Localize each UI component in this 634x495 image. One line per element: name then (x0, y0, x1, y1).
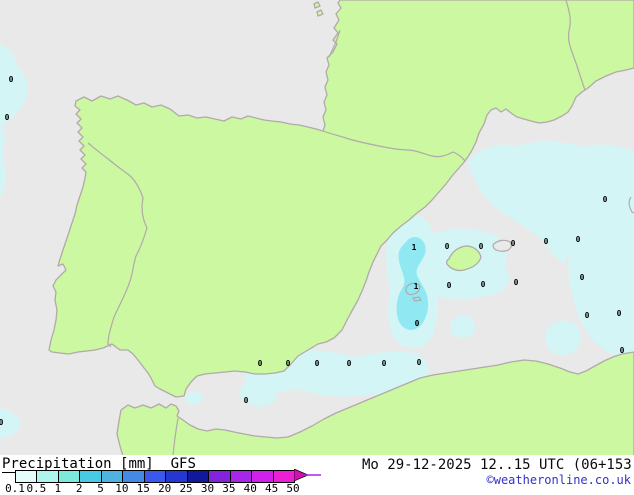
precip-small-blob (450, 316, 475, 338)
legend-tick: 20 (158, 482, 171, 495)
precip-value-label: 0 (576, 235, 581, 244)
legend-tick: 25 (179, 482, 192, 495)
precip-value-label: 0 (617, 309, 622, 318)
precip-value-label: 0 (544, 237, 549, 246)
precip-value-label: 0 (445, 242, 450, 251)
legend-segment (188, 471, 209, 482)
legend-segment (59, 471, 80, 482)
precip-value-label: 0 (5, 113, 10, 122)
footer-datetime: Mo 29-12-2025 12..15 UTC (06+153 (362, 457, 632, 473)
precip-value-label: 0 (417, 358, 422, 367)
legend-area: Precipitation [mm] GFS 0.10.512510152025… (0, 455, 634, 490)
precipitation-map-svg: 0 0 0 0 1 0 0 0 0 0 1 0 0 0 0 0 0 0 0 0 0 0 0 0 0 0 (0, 0, 634, 456)
precip-value-label: 0 (382, 359, 387, 368)
legend-tick: 30 (201, 482, 214, 495)
legend-segment (231, 471, 252, 482)
footer-copyright: ©weatheronline.co.uk (487, 473, 632, 487)
precip-value-label: 0 (580, 273, 585, 282)
legend-segment (166, 471, 187, 482)
legend-tick: 40 (244, 482, 257, 495)
precip-value-label: 0 (286, 359, 291, 368)
precip-value-label: 0 (603, 195, 608, 204)
legend-tick: 5 (97, 482, 104, 495)
weather-map: 0 0 0 0 1 0 0 0 0 0 1 0 0 0 0 0 0 0 0 0 0 0 0 0 0 0 (0, 0, 634, 456)
precip-value-label: 0 (415, 319, 420, 328)
precip-value-label: 0 (0, 418, 4, 427)
legend-segment (16, 471, 37, 482)
precip-value-label: 0 (511, 239, 516, 248)
legend-tick-labels: 0.10.5125101520253035404550 (0, 482, 340, 492)
precip-value-label: 0 (244, 396, 249, 405)
legend-segment (102, 471, 123, 482)
precip-value-label: 0 (585, 311, 590, 320)
legend-segment (209, 471, 230, 482)
island-menorca (493, 240, 511, 251)
legend-tick: 50 (286, 482, 299, 495)
precip-value-label: 0 (514, 278, 519, 287)
legend-segment (80, 471, 101, 482)
precip-value-label: 1 (414, 282, 419, 291)
precip-value-label: 0 (481, 280, 486, 289)
precip-southeast-blob (545, 321, 580, 356)
precip-value-label: 1 (412, 243, 417, 252)
legend-tick: 0.5 (26, 482, 46, 495)
legend-tick: 45 (265, 482, 278, 495)
legend-segment (252, 471, 273, 482)
legend-tick: 15 (137, 482, 150, 495)
legend-segment (37, 471, 58, 482)
legend-segment (145, 471, 166, 482)
legend-tick: 0.1 (5, 482, 25, 495)
precip-value-label: 0 (9, 75, 14, 84)
precip-malaga-patch (185, 392, 203, 404)
precip-value-label: 0 (258, 359, 263, 368)
legend-segment (274, 471, 294, 482)
precip-value-label: 0 (447, 281, 452, 290)
precip-value-label: 0 (479, 242, 484, 251)
legend-arrow (294, 469, 322, 482)
legend-tick: 1 (54, 482, 61, 495)
legend-tick: 2 (76, 482, 83, 495)
legend-tick: 35 (222, 482, 235, 495)
precip-value-label: 0 (620, 346, 625, 355)
legend-segment (123, 471, 144, 482)
precip-value-label: 0 (347, 359, 352, 368)
precip-value-label: 0 (315, 359, 320, 368)
legend-tick: 10 (115, 482, 128, 495)
